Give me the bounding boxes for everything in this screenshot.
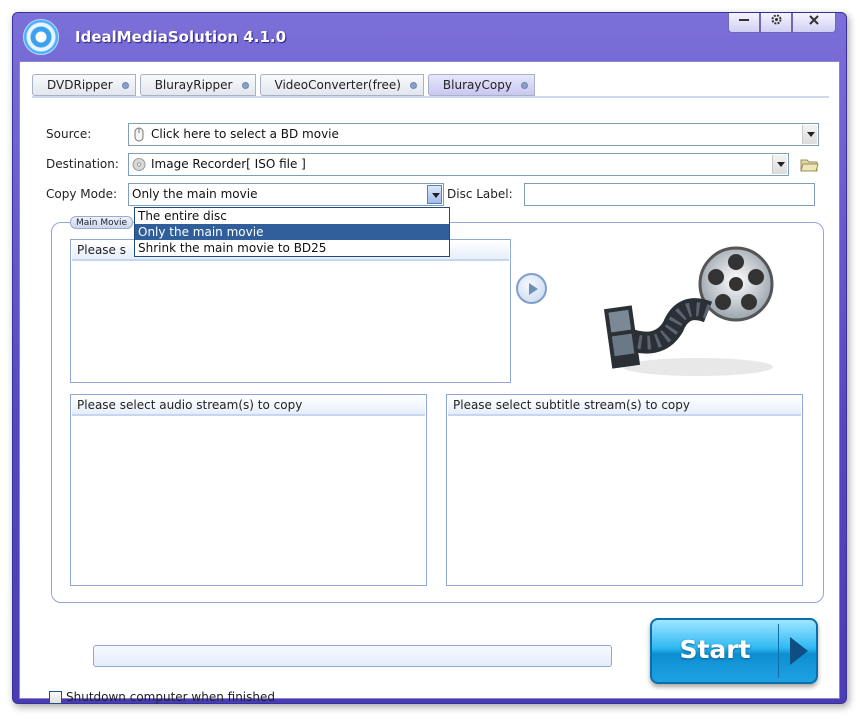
- dropdown-option-shrink-bd25[interactable]: Shrink the main movie to BD25: [135, 240, 449, 256]
- copy-mode-label: Copy Mode:: [46, 187, 117, 201]
- tab-dot-icon: [121, 82, 129, 89]
- tab-videoconverter[interactable]: VideoConverter(free): [259, 74, 424, 96]
- start-button-label: Start: [679, 635, 751, 664]
- disc-icon: [132, 158, 146, 171]
- source-value: Click here to select a BD movie: [151, 127, 339, 141]
- tab-label: BlurayRipper: [154, 78, 233, 92]
- destination-dropdown-arrow-icon[interactable]: [772, 155, 787, 174]
- play-arrow-icon: [790, 637, 808, 665]
- tab-label: BlurayCopy: [442, 78, 512, 92]
- disc-label-input[interactable]: [524, 183, 815, 206]
- subtitle-stream-list[interactable]: Please select subtitle stream(s) to copy: [446, 394, 803, 586]
- tab-bar: DVDRipper BlurayRipper VideoConverter(fr…: [32, 74, 539, 96]
- tab-label: DVDRipper: [47, 78, 113, 92]
- destination-label: Destination:: [46, 157, 119, 171]
- disc-label-label: Disc Label:: [447, 187, 513, 201]
- close-icon: [809, 15, 819, 25]
- tab-dot-icon: [241, 82, 249, 89]
- tab-label: VideoConverter(free): [274, 78, 401, 92]
- copy-mode-value: Only the main movie: [132, 187, 258, 201]
- main-panel: DVDRipper BlurayRipper VideoConverter(fr…: [19, 61, 840, 704]
- tab-divider: [32, 96, 829, 98]
- tab-dvdripper[interactable]: DVDRipper: [32, 74, 136, 96]
- shutdown-checkbox[interactable]: [49, 690, 62, 704]
- close-button[interactable]: [792, 13, 836, 33]
- minimize-button[interactable]: [728, 13, 760, 33]
- app-logo-icon: [23, 19, 59, 55]
- audio-stream-list[interactable]: Please select audio stream(s) to copy: [70, 394, 427, 586]
- tab-dot-icon: [520, 82, 528, 89]
- folder-icon[interactable]: [800, 157, 819, 173]
- audio-list-header: Please select audio stream(s) to copy: [72, 396, 425, 416]
- tab-blurayripper[interactable]: BlurayRipper: [139, 74, 256, 96]
- mouse-icon: [134, 127, 144, 142]
- play-button[interactable]: [516, 273, 547, 304]
- gear-icon: [771, 14, 781, 25]
- dropdown-option-entire-disc[interactable]: The entire disc: [135, 208, 449, 224]
- start-button[interactable]: Start: [650, 618, 818, 684]
- subtitle-list-header: Please select subtitle stream(s) to copy: [448, 396, 801, 416]
- film-reel-icon: [603, 246, 774, 376]
- source-dropdown-arrow-icon[interactable]: [802, 125, 817, 144]
- title-bar: IdealMediaSolution 4.1.0: [13, 13, 846, 61]
- group-title: Main Movie: [70, 216, 133, 229]
- destination-combobox[interactable]: Image Recorder[ ISO file ]: [128, 153, 789, 176]
- app-title: IdealMediaSolution 4.1.0: [75, 28, 287, 46]
- copy-mode-dropdown-list[interactable]: The entire disc Only the main movie Shri…: [134, 207, 450, 257]
- window-controls: [728, 13, 836, 33]
- dropdown-option-main-movie[interactable]: Only the main movie: [135, 224, 449, 240]
- shutdown-option[interactable]: Shutdown computer when finished: [49, 689, 275, 705]
- copy-mode-dropdown-arrow-icon[interactable]: [427, 185, 442, 204]
- copy-mode-combobox[interactable]: Only the main movie: [128, 183, 444, 206]
- tab-bluraycopy[interactable]: BlurayCopy: [427, 74, 535, 96]
- settings-button[interactable]: [760, 13, 792, 33]
- destination-value: Image Recorder[ ISO file ]: [151, 157, 306, 171]
- shutdown-label: Shutdown computer when finished: [66, 690, 275, 704]
- progress-bar: [93, 645, 612, 667]
- start-button-divider: [778, 624, 779, 678]
- source-label: Source:: [46, 127, 92, 141]
- app-window: IdealMediaSolution 4.1.0 DVDRipper Blura…: [12, 12, 847, 704]
- tab-dot-icon: [409, 82, 417, 89]
- minimize-icon: [739, 19, 749, 21]
- source-combobox[interactable]: Click here to select a BD movie: [128, 123, 819, 146]
- title-list[interactable]: Please s: [70, 239, 511, 383]
